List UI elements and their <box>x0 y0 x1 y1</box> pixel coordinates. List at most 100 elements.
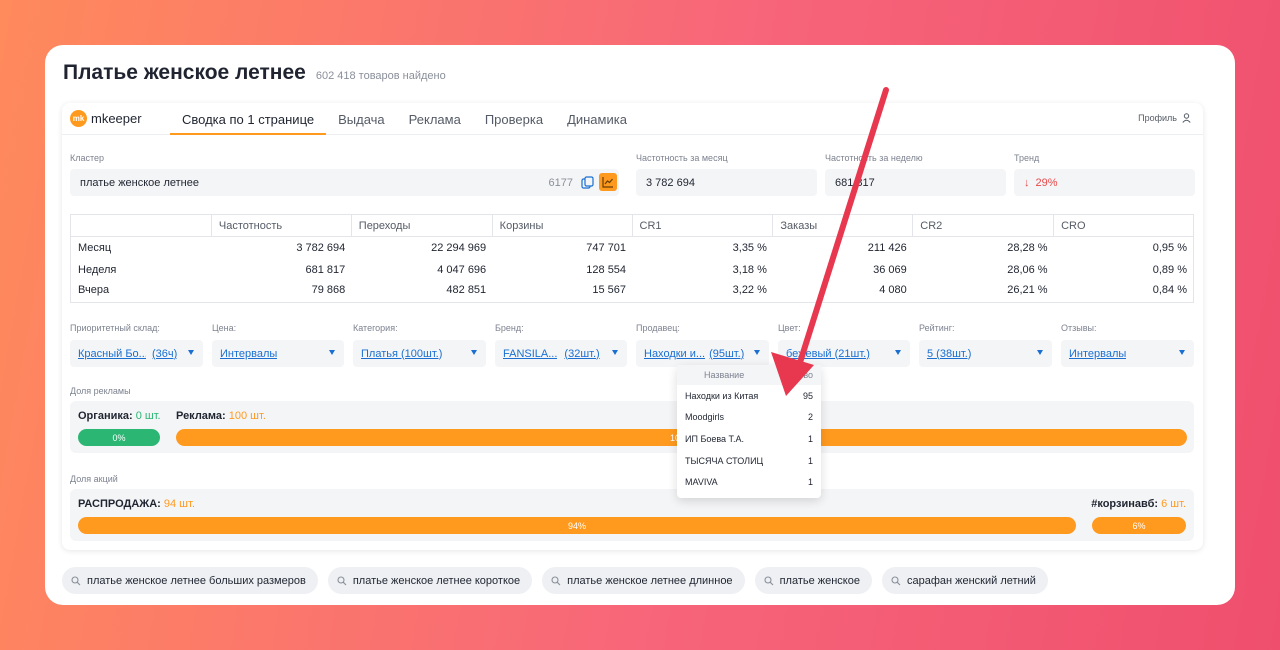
seller-qty: 95 <box>802 390 813 401</box>
dropdown-item[interactable]: MAVIVA 1 <box>677 471 821 493</box>
ads-label: Реклама: <box>176 410 226 422</box>
dropdown-header-name: Название <box>704 370 745 380</box>
rating-filter-value: 5 (38шт.) <box>927 347 972 360</box>
cluster-value: платье женское летнее <box>80 176 199 189</box>
main-card: Платье женское летнее 602 418 товаров на… <box>45 45 1235 605</box>
cart-title: #корзинавб: 6 шт. <box>1091 498 1186 510</box>
profile-link[interactable]: Профиль <box>1138 113 1191 123</box>
chevron-down-icon <box>754 350 760 355</box>
suggestion-chip[interactable]: платье женское <box>754 567 872 594</box>
tab-ads[interactable]: Реклама <box>397 103 473 135</box>
search-icon <box>764 575 773 585</box>
trend-value: 29% <box>1035 176 1058 189</box>
row-label: Неделя <box>78 263 117 276</box>
color-filter[interactable]: бежевый (21шт.) <box>778 340 910 367</box>
suggestion-text: платье женское <box>779 574 860 587</box>
column-header: CR2 <box>912 214 1055 237</box>
seller-filter[interactable]: Находки и... (95шт.) <box>636 340 769 367</box>
promo-share-box: РАСПРОДАЖА: 94 шт. 94% #корзинавб: 6 шт.… <box>70 489 1194 541</box>
seller-name: ТЫСЯЧА СТОЛИЦ <box>685 455 764 466</box>
dropdown-item[interactable]: ТЫСЯЧА СТОЛИЦ 1 <box>677 450 821 472</box>
warehouse-filter-label: Приоритетный склад: <box>70 323 160 333</box>
table-cell: 28,06 % <box>1007 263 1048 276</box>
table-row: Вчера 79 868 482 851 15 567 3,22 % 4 080… <box>71 281 1194 303</box>
table-header-row: Частотность Переходы Корзины CR1 Заказы … <box>70 214 1194 237</box>
trend-label: Тренд <box>1014 153 1040 163</box>
chart-icon <box>602 177 613 188</box>
table-cell: 26,21 % <box>1007 284 1048 297</box>
chevron-down-icon <box>895 350 901 355</box>
table-cell: 3,18 % <box>732 263 767 276</box>
warehouse-filter-count: (36ч) <box>152 347 178 360</box>
chevron-down-icon <box>471 350 477 355</box>
seller-qty: 1 <box>807 455 813 466</box>
column-header: Корзины <box>492 214 633 237</box>
price-filter-value: Интервалы <box>220 347 278 360</box>
suggestion-chip[interactable]: платье женское летнее короткое <box>327 567 533 594</box>
dropdown-item[interactable]: Находки из Китая 95 <box>677 385 821 407</box>
brand-filter-label: Бренд: <box>495 323 524 333</box>
table-cell: 747 701 <box>586 241 627 254</box>
logo-mark-icon: mk <box>70 110 87 127</box>
table-cell: 36 069 <box>873 263 907 276</box>
freq-week-value: 681 817 <box>835 176 875 189</box>
chart-button[interactable] <box>599 173 617 191</box>
search-icon <box>337 575 347 585</box>
table-cell: 482 851 <box>446 284 487 297</box>
seller-qty: 2 <box>807 412 813 423</box>
brand-filter[interactable]: FANSILA... (32шт.) <box>495 340 627 367</box>
table-cell: 0,84 % <box>1152 284 1187 297</box>
user-icon <box>1182 113 1191 123</box>
table-cell: 128 554 <box>586 263 627 276</box>
warehouse-filter[interactable]: Красный Бо... (36ч) <box>70 340 203 367</box>
color-filter-label: Цвет: <box>778 323 801 333</box>
tab-dynamics[interactable]: Динамика <box>555 103 639 135</box>
cluster-field[interactable]: платье женское летнее 6177 <box>70 169 619 196</box>
dropdown-item[interactable]: Moodgirls 2 <box>677 407 821 429</box>
dropdown-header-qty: Кол-во <box>785 370 813 380</box>
cart-percent: 6% <box>1132 520 1146 531</box>
page-title: Платье женское летнее <box>63 61 306 84</box>
sale-title: РАСПРОДАЖА: 94 шт. <box>78 498 195 510</box>
suggestion-chip[interactable]: платье женское летнее больших размеров <box>62 567 318 594</box>
dropdown-item[interactable]: ИП Боева Т.А. 1 <box>677 428 821 450</box>
category-filter-value: Платья (100шт.) <box>361 347 443 360</box>
suggestion-chip[interactable]: платье женское летнее длинное <box>542 567 745 594</box>
reviews-filter[interactable]: Интервалы <box>1061 340 1194 367</box>
dropdown-header: Название Кол-во <box>677 365 821 385</box>
suggestion-chip[interactable]: сарафан женский летний <box>881 567 1048 594</box>
table-row: Неделя 681 817 4 047 696 128 554 3,18 % … <box>71 259 1194 281</box>
category-filter[interactable]: Платья (100шт.) <box>353 340 486 367</box>
sale-percent: 94% <box>567 520 586 531</box>
rating-filter[interactable]: 5 (38шт.) <box>919 340 1052 367</box>
suggestion-text: сарафан женский летний <box>906 574 1036 587</box>
table-cell: 681 817 <box>305 263 346 276</box>
chevron-down-icon <box>612 350 618 355</box>
analytics-panel: mk mkeeper Сводка по 1 странице Выдача Р… <box>62 103 1203 550</box>
seller-name: Находки из Китая <box>685 390 759 401</box>
copy-icon[interactable] <box>581 176 594 189</box>
column-header <box>70 214 212 237</box>
column-header: Заказы <box>772 214 914 237</box>
reviews-filter-label: Отзывы: <box>1061 323 1097 333</box>
column-header: CRO <box>1053 214 1194 237</box>
suggestion-chips: платье женское летнее больших размеров п… <box>62 567 1048 594</box>
tab-summary[interactable]: Сводка по 1 странице <box>170 103 327 135</box>
chevron-down-icon <box>329 350 335 355</box>
arrow-down-icon: ↓ <box>1024 176 1030 189</box>
brand-filter-count: (32шт.) <box>564 347 600 360</box>
organic-label: Органика: <box>78 410 133 422</box>
tab-check[interactable]: Проверка <box>473 103 555 135</box>
logo[interactable]: mk mkeeper <box>70 110 142 127</box>
price-filter[interactable]: Интервалы <box>212 340 344 367</box>
seller-dropdown: Название Кол-во Находки из Китая 95 Mood… <box>677 365 821 498</box>
column-header: CR1 <box>632 214 774 237</box>
search-icon <box>71 575 81 585</box>
stats-table: Частотность Переходы Корзины CR1 Заказы … <box>70 214 1194 303</box>
table-cell: 3,22 % <box>732 284 767 297</box>
table-cell: 3 782 694 <box>296 241 346 254</box>
page-header: Платье женское летнее 602 418 товаров на… <box>63 61 446 85</box>
tab-results[interactable]: Выдача <box>326 103 397 135</box>
sale-bar: 94% <box>78 517 1076 534</box>
warehouse-filter-value: Красный Бо... <box>78 347 146 360</box>
